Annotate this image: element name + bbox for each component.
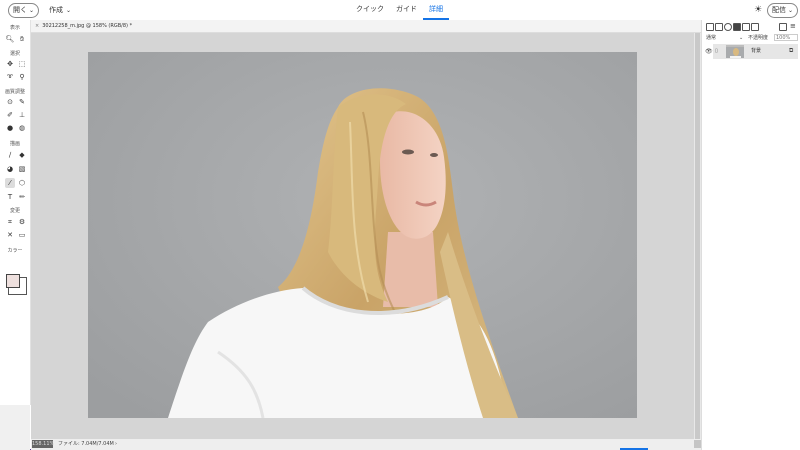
eraser-tool-icon[interactable]: ◆: [17, 150, 27, 160]
hand-tool-icon[interactable]: ✋︎: [17, 34, 27, 44]
layer-mask-icon[interactable]: [733, 23, 741, 31]
section-modify: 変更: [9, 208, 20, 214]
open-label: 開く: [13, 6, 27, 14]
status-bar: 158.11% ファイル: 7.04M/7.04M ›: [31, 439, 701, 450]
create-label: 作成: [49, 6, 63, 14]
chevron-right-icon[interactable]: ›: [115, 439, 117, 449]
new-group-icon[interactable]: [715, 23, 723, 31]
blend-mode-select[interactable]: 通常: [706, 34, 716, 42]
shape-tool-icon[interactable]: ⬡: [17, 178, 27, 188]
quick-select-tool-icon[interactable]: ⚲: [17, 72, 27, 82]
document-tab-label: 30212258_m.jpg @ 158% (RGB/8): [42, 23, 128, 29]
more-options-icon[interactable]: ≡: [790, 23, 796, 30]
vertical-scrollbar[interactable]: [694, 33, 701, 439]
layer-name: 背景: [751, 48, 762, 54]
section-color: カラー: [7, 248, 23, 254]
zoom-tool-icon[interactable]: 🔍︎: [5, 34, 15, 44]
lock-transparent-icon[interactable]: [742, 23, 750, 31]
red-eye-tool-icon[interactable]: ⊙: [5, 97, 15, 107]
section-draw: 描画: [9, 141, 20, 147]
scroll-corner: [694, 440, 701, 448]
eye-icon[interactable]: 👁︎: [705, 48, 713, 56]
pencil-tool-icon[interactable]: ✏︎: [17, 192, 27, 202]
toolbar-footer: [0, 405, 30, 450]
smart-brush-tool-icon[interactable]: ✐: [5, 110, 15, 120]
share-button[interactable]: 配信 ⌄: [767, 3, 799, 18]
tab-guided[interactable]: ガイド: [390, 0, 423, 20]
lock-all-icon[interactable]: [751, 23, 759, 31]
chevron-down-icon: ⌄: [29, 7, 35, 14]
opacity-label: 不透明度: [748, 35, 769, 41]
chevron-down-icon: ⌄: [66, 7, 72, 14]
top-bar: 開く ⌄ 作成 ⌄ クイック ガイド 詳細 ☀ 配信 ⌄: [0, 0, 800, 21]
lasso-tool-icon[interactable]: ➰︎: [5, 72, 15, 82]
document-tab[interactable]: × 30212258_m.jpg @ 158% (RGB/8) *: [35, 20, 132, 32]
create-menu[interactable]: 作成 ⌄: [49, 4, 71, 17]
move-tool-icon[interactable]: ✥: [5, 59, 15, 69]
crop-tool-icon[interactable]: ⌗: [5, 217, 15, 227]
tab-expert[interactable]: 詳細: [423, 0, 449, 20]
content-aware-move-tool-icon[interactable]: ✕: [5, 230, 15, 240]
recompose-tool-icon[interactable]: ⚙︎: [17, 217, 27, 227]
brightness-icon[interactable]: ☀: [754, 5, 762, 15]
marquee-tool-icon[interactable]: ⬚: [17, 59, 27, 69]
spot-healing-tool-icon[interactable]: ✎: [17, 97, 27, 107]
blur-tool-icon[interactable]: ●: [5, 123, 15, 133]
foreground-color-swatch[interactable]: [6, 274, 20, 288]
layers-panel: ≡ 通常 ⌄ 不透明度 100% 👁︎ ▯ 背景 ⧉: [701, 20, 800, 450]
share-label: 配信: [772, 6, 786, 14]
type-tool-icon[interactable]: T: [5, 192, 15, 202]
zoom-value[interactable]: 158.11%: [32, 440, 54, 448]
modified-marker: *: [129, 23, 133, 29]
scrollbar-thumb[interactable]: [695, 33, 700, 439]
chevron-down-icon: ⌄: [788, 7, 794, 14]
section-view: 表示: [9, 25, 20, 31]
tab-quick[interactable]: クイック: [350, 0, 390, 20]
layer-options-icon[interactable]: ⧉: [789, 47, 796, 54]
chevron-down-icon[interactable]: ⌄: [739, 34, 743, 42]
adjustment-layer-icon[interactable]: [724, 23, 732, 31]
brush-tool-icon[interactable]: ∕: [5, 150, 15, 160]
new-layer-icon[interactable]: [706, 23, 714, 31]
section-select: 選択: [9, 51, 20, 57]
mode-tabs: クイック ガイド 詳細: [350, 0, 449, 20]
tool-panel: 表示 🔍︎ ✋︎ 選択 ✥ ⬚ ➰︎ ⚲ 画質調整 ⊙ ✎ ✐ ⊥ ● ◍ 描画…: [0, 20, 31, 405]
clone-stamp-tool-icon[interactable]: ⊥: [17, 110, 27, 120]
document-image[interactable]: [88, 52, 637, 418]
color-picker-tool-icon[interactable]: ⁄: [5, 178, 15, 188]
file-size-info: ファイル: 7.04M/7.04M: [58, 441, 114, 447]
layer-row[interactable]: ▯ 背景 ⧉: [713, 44, 798, 59]
layer-thumbnail: [726, 45, 744, 58]
gradient-tool-icon[interactable]: ▧: [17, 164, 27, 174]
trash-icon[interactable]: [779, 23, 787, 31]
opacity-field[interactable]: 100%: [774, 34, 798, 41]
straighten-tool-icon[interactable]: ▭: [17, 230, 27, 240]
document-tab-bar: × 30212258_m.jpg @ 158% (RGB/8) *: [31, 20, 701, 33]
lock-icon: ▯: [715, 48, 718, 54]
paint-bucket-tool-icon[interactable]: ◕: [5, 164, 15, 174]
section-enhance: 画質調整: [4, 89, 25, 95]
sponge-tool-icon[interactable]: ◍: [17, 123, 27, 133]
close-icon[interactable]: ×: [35, 23, 39, 29]
open-button[interactable]: 開く ⌄: [8, 3, 40, 18]
layer-options-row: 通常 ⌄ 不透明度 100%: [702, 33, 800, 43]
